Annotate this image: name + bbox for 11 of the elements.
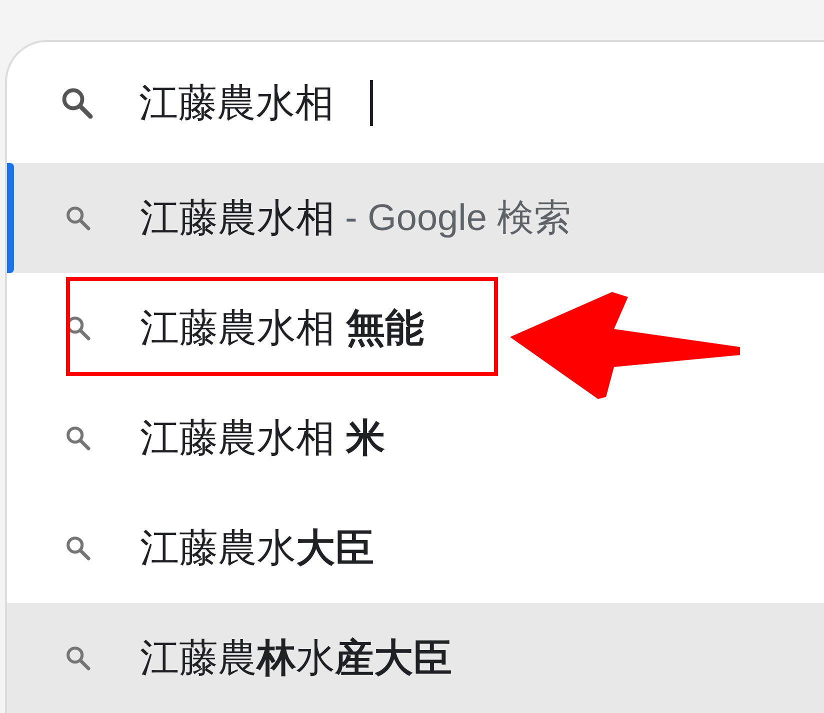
arrow-icon <box>510 289 742 399</box>
suggestion-item[interactable]: 江藤農水大臣 <box>7 493 824 603</box>
search-icon <box>64 424 92 452</box>
search-icon <box>64 644 92 672</box>
suggestion-item[interactable]: 江藤農水相 - Google 検索 <box>7 163 824 273</box>
search-field[interactable]: 江藤農水相 <box>139 72 373 132</box>
suggestion-item[interactable]: 江藤農水相 無能 <box>7 273 824 383</box>
search-icon <box>64 534 92 562</box>
suggestion-item[interactable]: 江藤農林水産大臣 <box>7 603 824 713</box>
search-icon <box>64 204 92 232</box>
suggestion-item[interactable]: 江藤農水相 米 <box>7 383 824 493</box>
